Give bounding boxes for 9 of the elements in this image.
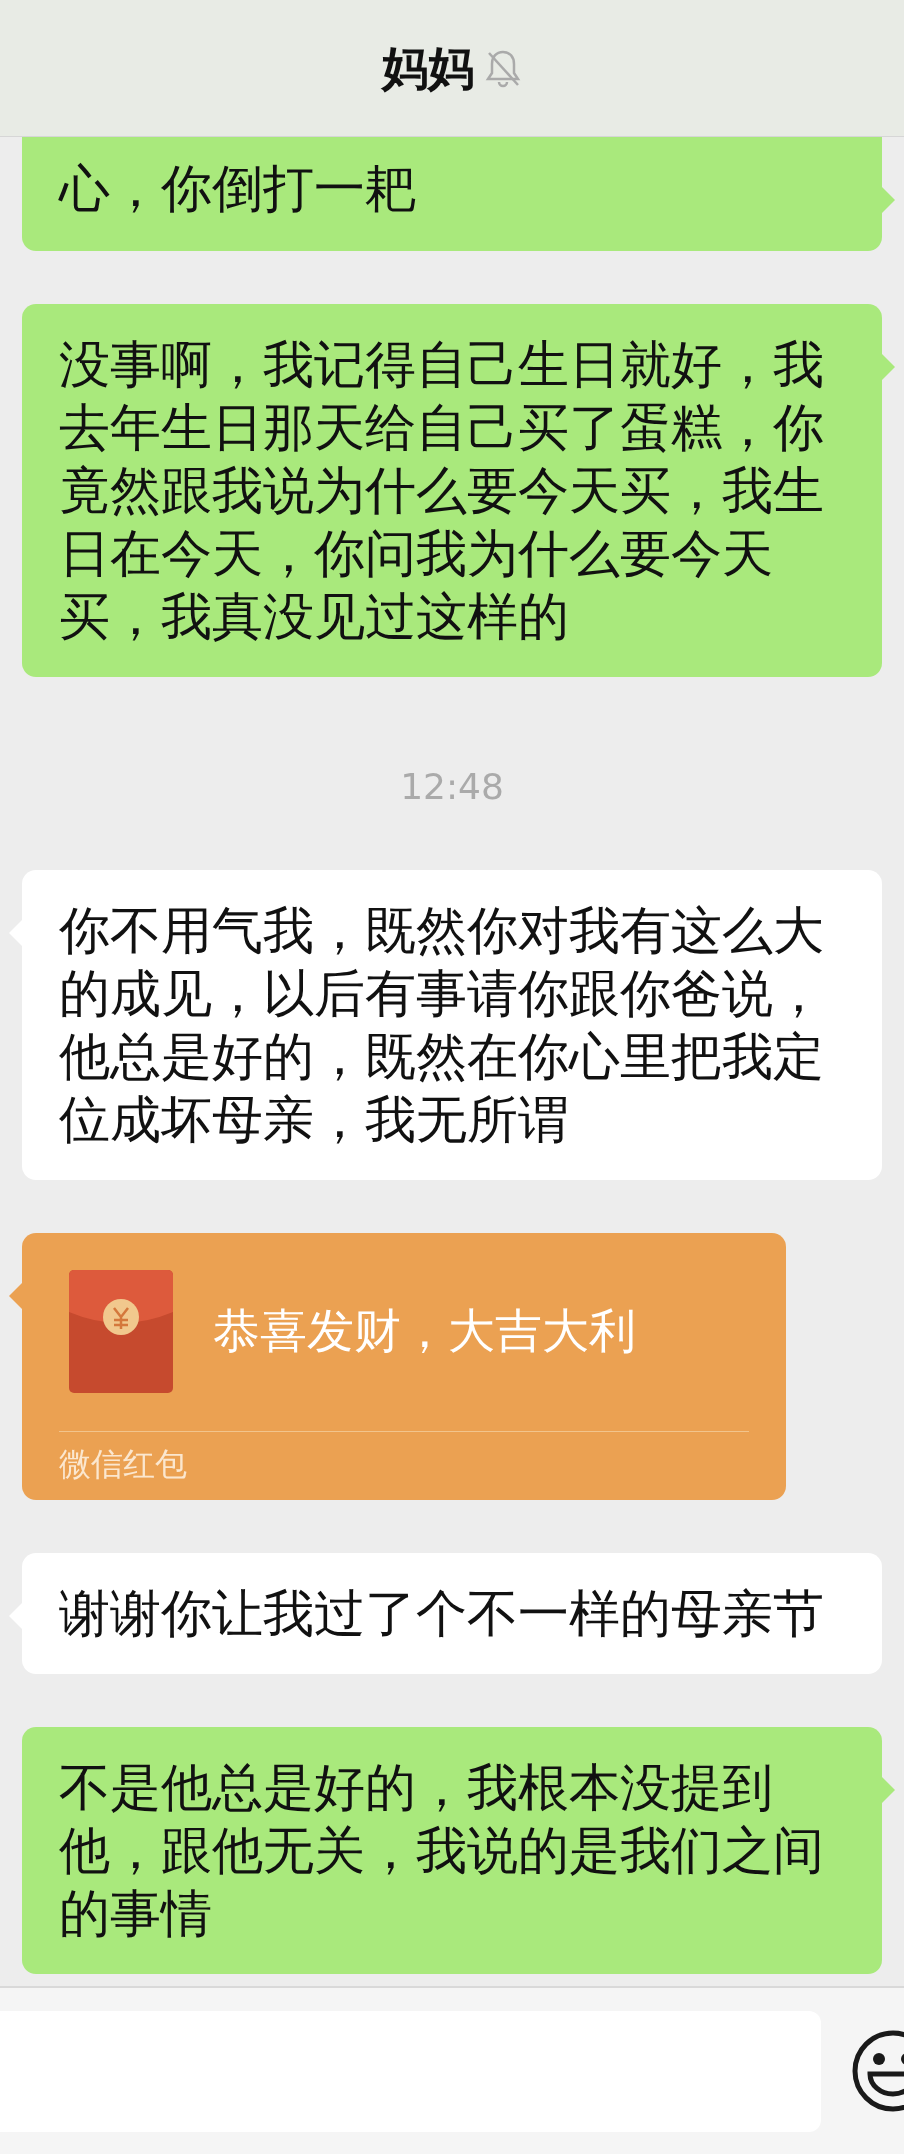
packet-label: 微信红包	[59, 1444, 188, 1485]
emoji-icon[interactable]	[852, 2030, 904, 2112]
bubble-tail	[882, 354, 895, 380]
timestamp: 12:48	[400, 766, 504, 807]
bubble-tail	[882, 187, 895, 213]
chat-title: 妈妈	[382, 39, 474, 97]
packet-greeting: 恭喜发财，大吉大利	[213, 1302, 636, 1361]
bubble-tail	[882, 1777, 895, 1803]
envelope-icon	[69, 1270, 173, 1393]
